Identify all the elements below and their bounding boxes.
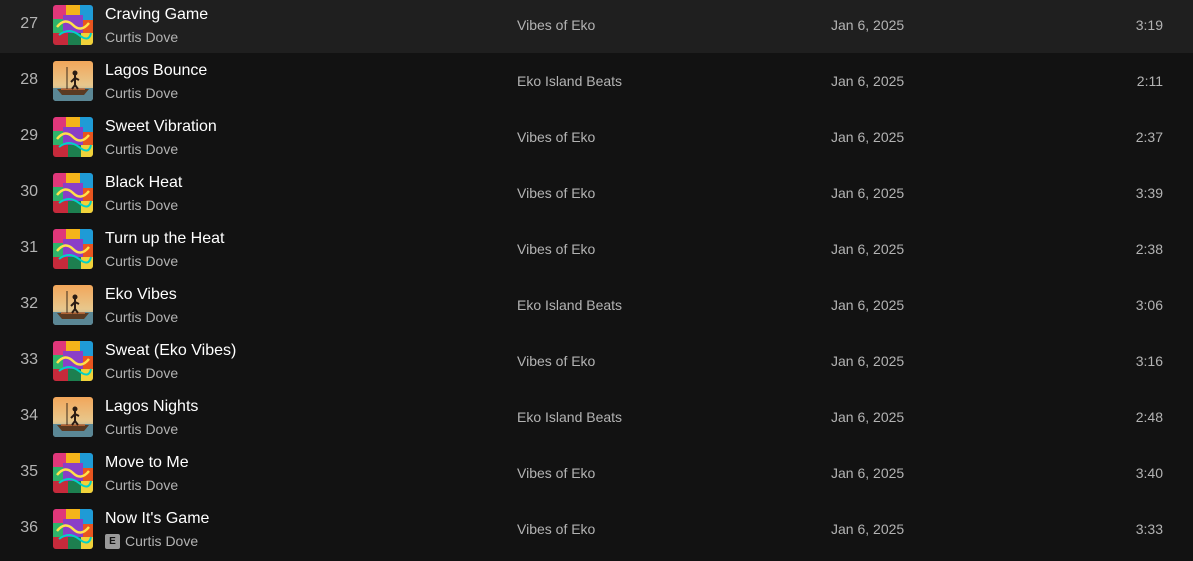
track-duration: 3:39 [1135, 185, 1163, 201]
track-number: 27 [20, 15, 38, 32]
track-row[interactable]: 31 Turn up the Heat Curtis Dove Vibes of… [0, 221, 1193, 277]
track-duration: 2:38 [1135, 241, 1163, 257]
album-cover-vibes-of-eko[interactable] [53, 341, 93, 381]
track-duration: 2:11 [1136, 73, 1163, 89]
album-cover-vibes-of-eko[interactable] [53, 453, 93, 493]
track-album[interactable]: Eko Island Beats [517, 297, 622, 313]
track-artist[interactable]: Curtis Dove [105, 477, 178, 493]
track-title[interactable]: Move to Me [105, 454, 189, 472]
track-date-added: Jan 6, 2025 [831, 353, 905, 369]
track-duration: 3:06 [1135, 297, 1163, 313]
track-album[interactable]: Vibes of Eko [517, 241, 595, 257]
track-row[interactable]: 32 Eko Vibes Curtis Dove Eko Island Beat… [0, 277, 1193, 333]
track-date-added: Jan 6, 2025 [831, 297, 905, 313]
track-duration: 3:40 [1135, 465, 1163, 481]
track-row[interactable]: 34 Lagos Nights Curtis Dove Eko Island B… [0, 389, 1193, 445]
track-artist[interactable]: Curtis Dove [105, 253, 178, 269]
track-artist[interactable]: Curtis Dove [105, 309, 178, 325]
track-artist-line: Curtis Dove [105, 477, 178, 493]
track-artist-line: E Curtis Dove [105, 533, 198, 549]
album-cover-vibes-of-eko[interactable] [53, 5, 93, 45]
track-artist[interactable]: Curtis Dove [105, 197, 178, 213]
track-artist-line: Curtis Dove [105, 85, 178, 101]
album-cover-vibes-of-eko[interactable] [53, 229, 93, 269]
track-album[interactable]: Vibes of Eko [517, 185, 595, 201]
track-album[interactable]: Vibes of Eko [517, 129, 595, 145]
track-artist-line: Curtis Dove [105, 253, 178, 269]
track-artist[interactable]: Curtis Dove [105, 421, 178, 437]
track-duration: 2:48 [1135, 409, 1163, 425]
track-number: 28 [20, 71, 38, 88]
track-number: 35 [20, 463, 38, 480]
track-artist-line: Curtis Dove [105, 141, 178, 157]
track-number: 33 [20, 351, 38, 368]
track-number: 36 [20, 519, 38, 536]
album-cover-eko-island-beats[interactable] [53, 397, 93, 437]
track-date-added: Jan 6, 2025 [831, 465, 905, 481]
track-artist[interactable]: Curtis Dove [105, 365, 178, 381]
track-artist-line: Curtis Dove [105, 309, 178, 325]
track-date-added: Jan 6, 2025 [831, 409, 905, 425]
track-title[interactable]: Turn up the Heat [105, 230, 224, 248]
track-title[interactable]: Craving Game [105, 6, 208, 24]
track-title[interactable]: Now It's Game [105, 510, 209, 528]
track-row[interactable]: 30 Black Heat Curtis Dove Vibes of Eko J… [0, 165, 1193, 221]
track-number: 34 [20, 407, 38, 424]
track-list: 27 Craving Game Curtis Dove Vibes of Eko… [0, 0, 1193, 557]
track-row[interactable]: 29 Sweet Vibration Curtis Dove Vibes of … [0, 109, 1193, 165]
track-album[interactable]: Vibes of Eko [517, 353, 595, 369]
track-title[interactable]: Lagos Nights [105, 398, 198, 416]
track-duration: 3:19 [1135, 17, 1163, 33]
track-title[interactable]: Eko Vibes [105, 286, 177, 304]
explicit-badge: E [105, 533, 120, 549]
track-date-added: Jan 6, 2025 [831, 521, 905, 537]
track-date-added: Jan 6, 2025 [831, 185, 905, 201]
track-row[interactable]: 27 Craving Game Curtis Dove Vibes of Eko… [0, 0, 1193, 53]
album-cover-vibes-of-eko[interactable] [53, 173, 93, 213]
track-number: 29 [20, 127, 38, 144]
track-album[interactable]: Eko Island Beats [517, 409, 622, 425]
album-cover-eko-island-beats[interactable] [53, 285, 93, 325]
album-cover-vibes-of-eko[interactable] [53, 509, 93, 549]
track-title[interactable]: Sweat (Eko Vibes) [105, 342, 236, 360]
track-duration: 3:33 [1135, 521, 1163, 537]
track-date-added: Jan 6, 2025 [831, 241, 905, 257]
album-cover-eko-island-beats[interactable] [53, 61, 93, 101]
track-number: 30 [20, 183, 38, 200]
track-artist-line: Curtis Dove [105, 29, 178, 45]
track-duration: 2:37 [1135, 129, 1163, 145]
track-artist-line: Curtis Dove [105, 421, 178, 437]
track-title[interactable]: Sweet Vibration [105, 118, 217, 136]
track-artist[interactable]: Curtis Dove [125, 533, 198, 549]
track-artist[interactable]: Curtis Dove [105, 85, 178, 101]
track-album[interactable]: Vibes of Eko [517, 465, 595, 481]
track-duration: 3:16 [1135, 353, 1163, 369]
track-album[interactable]: Vibes of Eko [517, 17, 595, 33]
track-row[interactable]: 28 Lagos Bounce Curtis Dove Eko Island B… [0, 53, 1193, 109]
track-artist[interactable]: Curtis Dove [105, 141, 178, 157]
track-row[interactable]: 35 Move to Me Curtis Dove Vibes of Eko J… [0, 445, 1193, 501]
track-date-added: Jan 6, 2025 [831, 17, 905, 33]
track-row[interactable]: 36 Now It's Game E Curtis Dove Vibes of … [0, 501, 1193, 557]
track-artist[interactable]: Curtis Dove [105, 29, 178, 45]
track-artist-line: Curtis Dove [105, 365, 178, 381]
track-row[interactable]: 33 Sweat (Eko Vibes) Curtis Dove Vibes o… [0, 333, 1193, 389]
album-cover-vibes-of-eko[interactable] [53, 117, 93, 157]
track-title[interactable]: Black Heat [105, 174, 182, 192]
track-number: 32 [20, 295, 38, 312]
track-title[interactable]: Lagos Bounce [105, 62, 207, 80]
track-number: 31 [20, 239, 38, 256]
track-date-added: Jan 6, 2025 [831, 129, 905, 145]
track-album[interactable]: Vibes of Eko [517, 521, 595, 537]
track-album[interactable]: Eko Island Beats [517, 73, 622, 89]
track-date-added: Jan 6, 2025 [831, 73, 905, 89]
track-artist-line: Curtis Dove [105, 197, 178, 213]
